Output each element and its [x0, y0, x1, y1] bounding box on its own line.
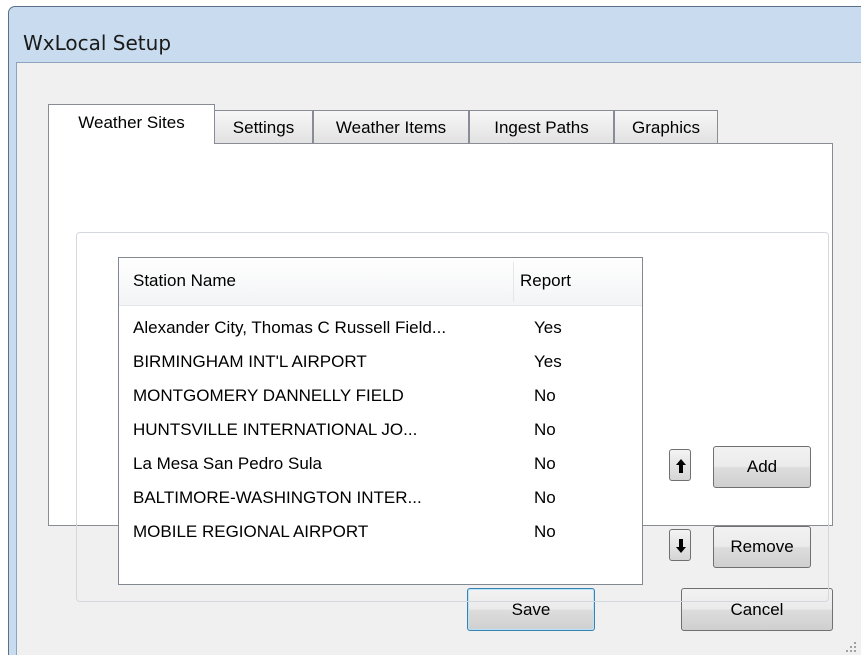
- station-report: Yes: [534, 352, 562, 371]
- arrow-up-icon: [676, 459, 686, 473]
- station-name: La Mesa San Pedro Sula: [133, 454, 323, 473]
- station-name: BALTIMORE-WASHINGTON INTER...: [133, 488, 422, 507]
- arrow-down-icon: [676, 539, 686, 553]
- station-list[interactable]: Station Name Report Alexander City, Thom…: [118, 257, 643, 585]
- station-name: Alexander City, Thomas C Russell Field..…: [133, 318, 447, 337]
- column-header-station-name[interactable]: Station Name: [133, 258, 236, 305]
- station-row[interactable]: La Mesa San Pedro Sula No: [119, 447, 642, 481]
- tab-weather-items[interactable]: Weather Items: [313, 110, 469, 144]
- station-report: No: [534, 488, 556, 507]
- weather-sites-tab-page: Station Name Report Alexander City, Thom…: [48, 143, 833, 602]
- tab-settings[interactable]: Settings: [214, 110, 313, 144]
- station-report: No: [534, 522, 556, 541]
- column-header-report[interactable]: Report: [520, 258, 571, 305]
- station-row[interactable]: MOBILE REGIONAL AIRPORT No: [119, 515, 642, 549]
- resize-grip-icon[interactable]: [845, 640, 857, 652]
- station-name: HUNTSVILLE INTERNATIONAL JO...: [133, 420, 418, 439]
- move-down-button[interactable]: [669, 529, 691, 561]
- tab-ingest-paths[interactable]: Ingest Paths: [469, 110, 614, 144]
- move-up-button[interactable]: [669, 449, 691, 481]
- station-row[interactable]: Alexander City, Thomas C Russell Field..…: [119, 311, 642, 345]
- station-report: No: [534, 454, 556, 473]
- station-list-header: Station Name Report: [119, 258, 642, 306]
- stations-group: Station Name Report Alexander City, Thom…: [76, 232, 829, 602]
- column-separator[interactable]: [513, 262, 514, 302]
- setup-window: WxLocal Setup Weather Sites Settings Wea…: [8, 6, 861, 655]
- station-report: Yes: [534, 318, 562, 337]
- station-report: No: [534, 386, 556, 405]
- window-title: WxLocal Setup: [23, 31, 172, 55]
- station-name: BIRMINGHAM INT'L AIRPORT: [133, 352, 367, 371]
- tab-graphics[interactable]: Graphics: [614, 110, 718, 144]
- station-row[interactable]: BIRMINGHAM INT'L AIRPORT Yes: [119, 345, 642, 379]
- remove-button[interactable]: Remove: [713, 526, 811, 568]
- title-bar[interactable]: WxLocal Setup: [9, 7, 861, 62]
- station-name: MOBILE REGIONAL AIRPORT: [133, 522, 369, 541]
- station-row[interactable]: HUNTSVILLE INTERNATIONAL JO... No: [119, 413, 642, 447]
- station-row[interactable]: BALTIMORE-WASHINGTON INTER... No: [119, 481, 642, 515]
- station-report: No: [534, 420, 556, 439]
- add-button[interactable]: Add: [713, 446, 811, 488]
- station-row[interactable]: MONTGOMERY DANNELLY FIELD No: [119, 379, 642, 413]
- station-name: MONTGOMERY DANNELLY FIELD: [133, 386, 404, 405]
- tab-weather-sites[interactable]: Weather Sites: [48, 104, 215, 144]
- window-client-area: Weather Sites Settings Weather Items Ing…: [16, 62, 861, 655]
